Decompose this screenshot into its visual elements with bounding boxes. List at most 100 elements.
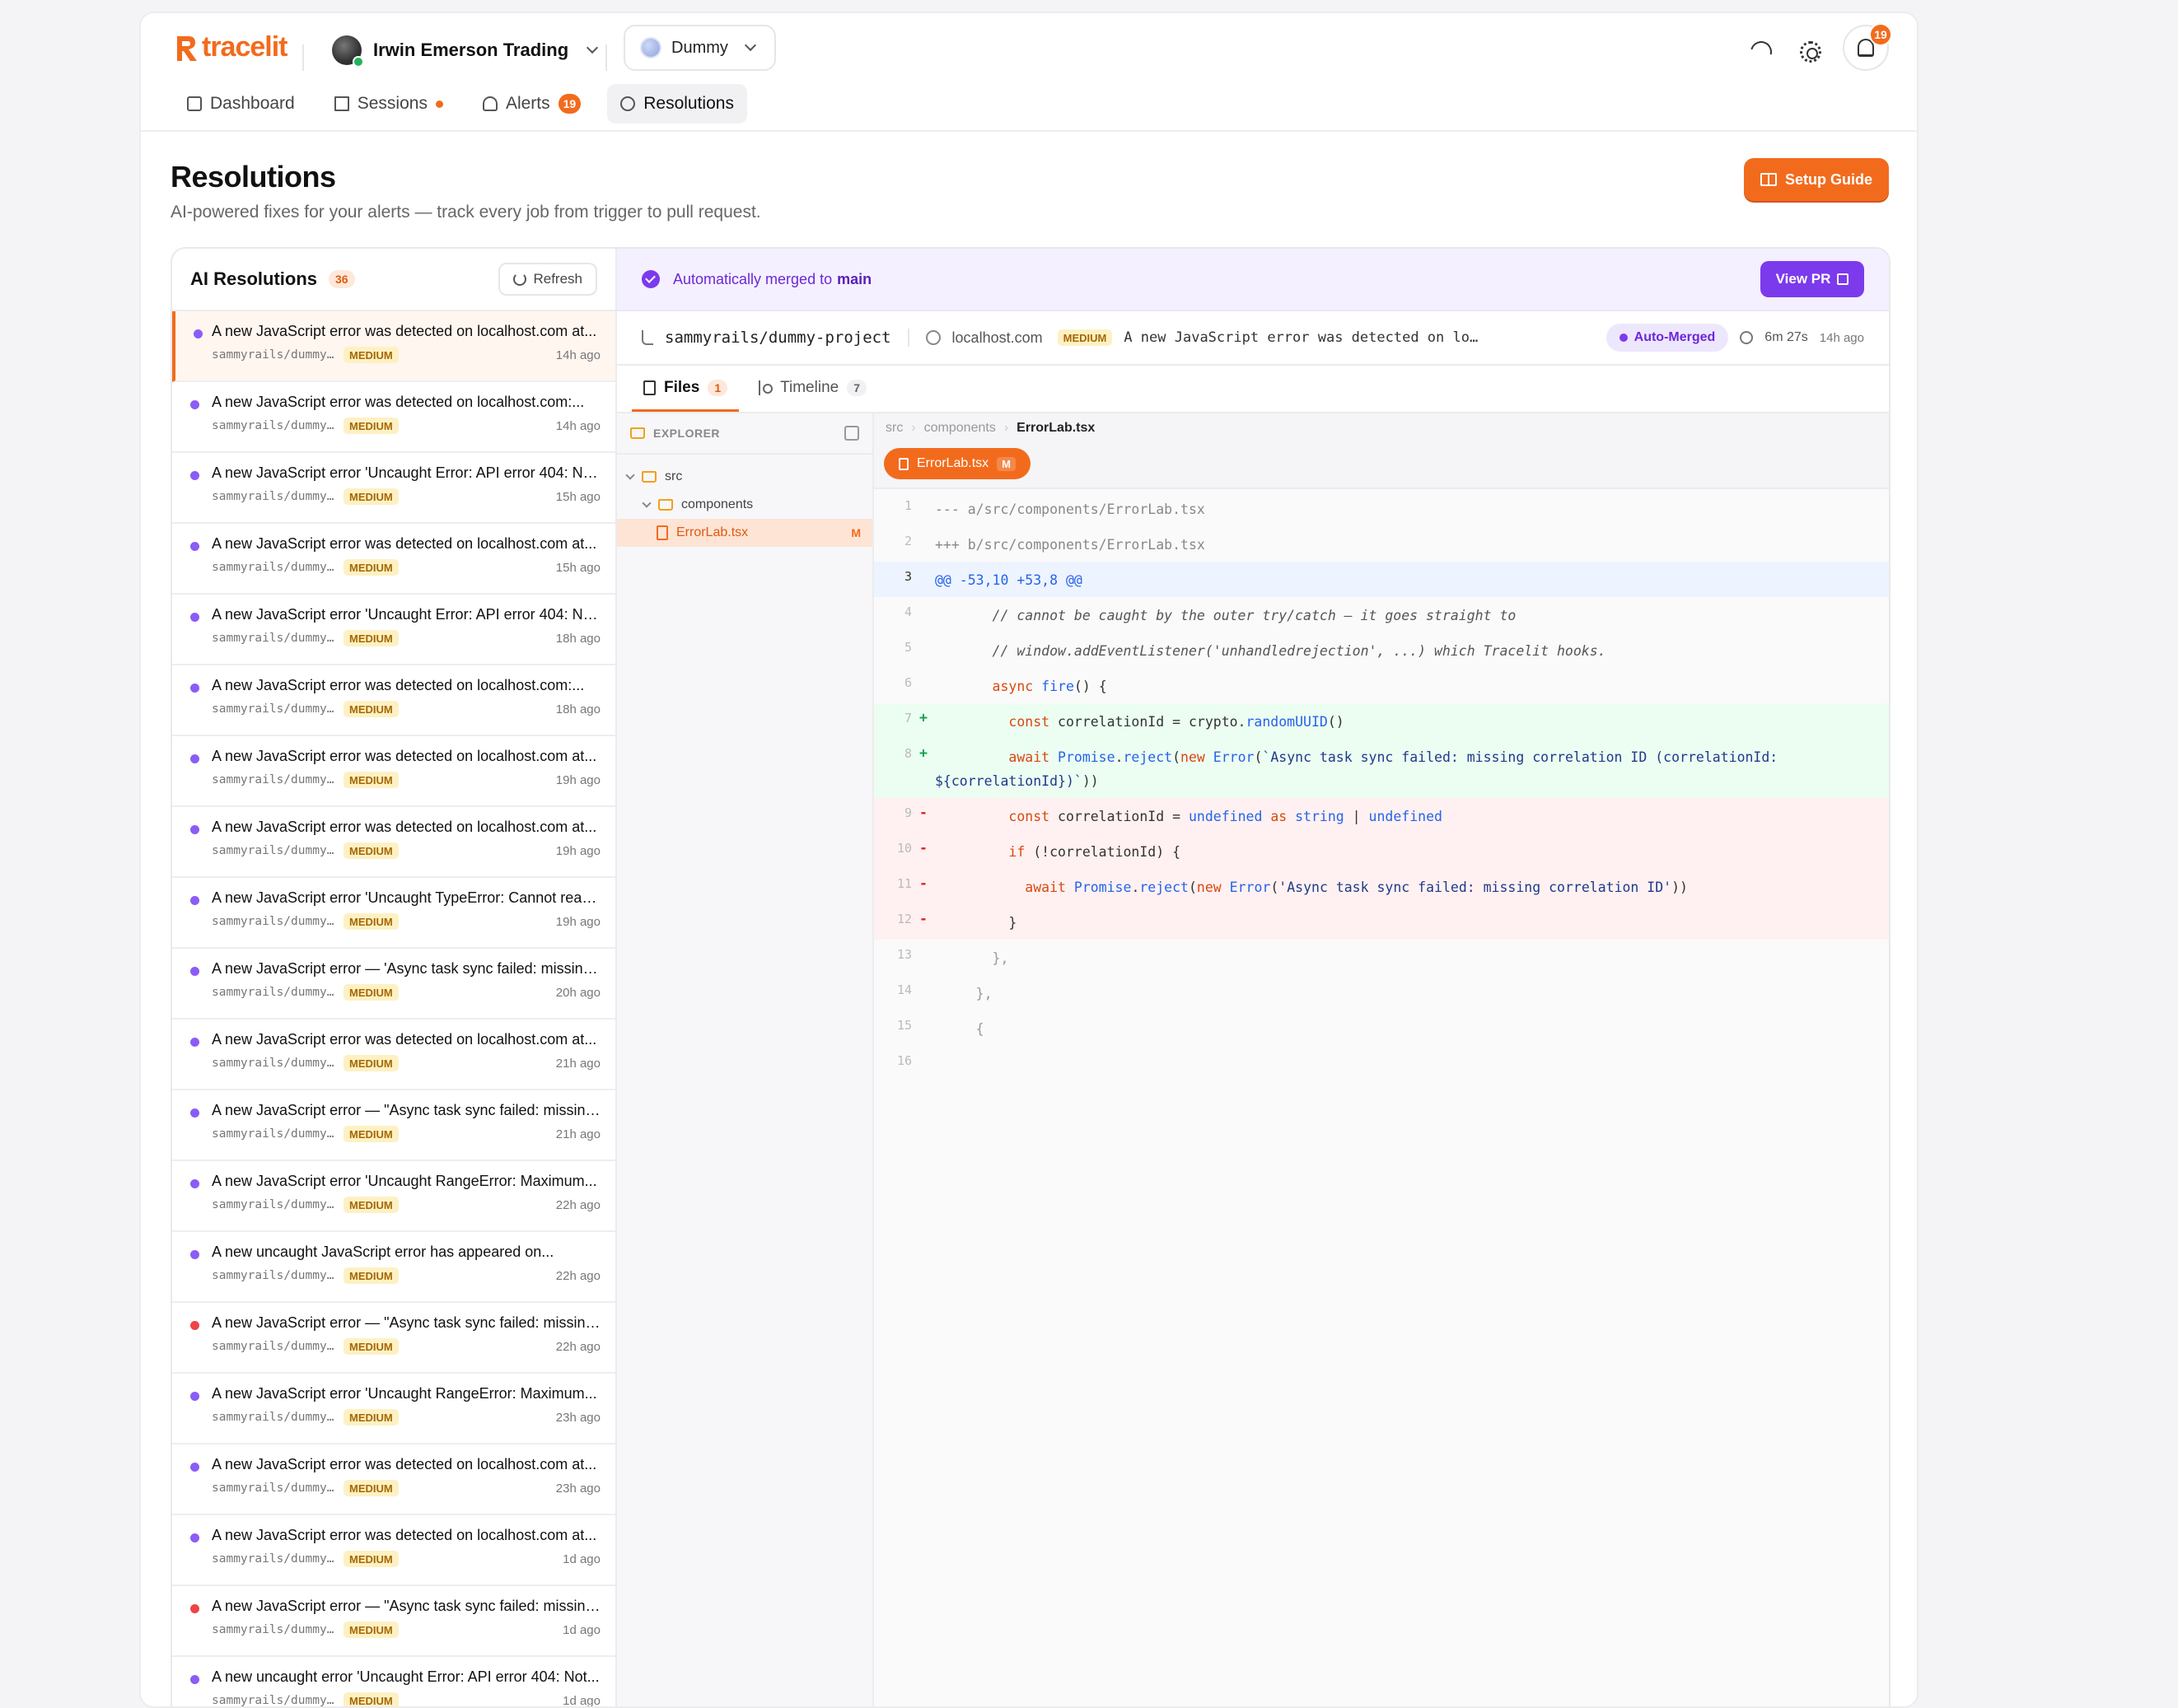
list-item[interactable]: A new JavaScript error was detected on l… [172, 807, 615, 878]
file-icon [643, 380, 656, 395]
file-tab-errorlab[interactable]: ErrorLab.tsx M [884, 448, 1031, 479]
resolution-title: A new uncaught error 'Uncaught Error: AP… [212, 1668, 600, 1685]
list-item[interactable]: A new JavaScript error — "Async task syn… [172, 1586, 615, 1657]
resolution-meta: sammyrails/dummy-project MEDIUM 14h ago [212, 347, 601, 363]
list-item[interactable]: A new JavaScript error was detected on l… [172, 1020, 615, 1090]
time-ago: 23h ago [555, 1481, 601, 1496]
folder-icon [642, 471, 657, 483]
divider [302, 44, 304, 71]
diff-line: 14 }, [874, 975, 1889, 1010]
diff-line: 15 { [874, 1010, 1889, 1046]
tree-folder-src[interactable]: src [617, 463, 872, 491]
view-pr-label: View PR [1775, 271, 1831, 287]
list-item[interactable]: A new uncaught error 'Uncaught Error: AP… [172, 1657, 615, 1706]
status-dot [190, 825, 199, 834]
list-item[interactable]: A new uncaught JavaScript error has appe… [172, 1232, 615, 1303]
list-item[interactable]: A new JavaScript error was detected on l… [172, 524, 615, 595]
list-item[interactable]: A new JavaScript error was detected on l… [172, 311, 615, 382]
resolution-title: A new JavaScript error 'Uncaught Error: … [212, 464, 602, 481]
nav-resolutions[interactable]: Resolutions [607, 84, 747, 124]
page-subtitle: AI-powered fixes for your alerts — track… [171, 203, 761, 222]
severity-badge: MEDIUM [1057, 329, 1113, 346]
list-item[interactable]: A new JavaScript error was detected on l… [172, 736, 615, 807]
nav-resolutions-label: Resolutions [643, 94, 734, 113]
globe-icon [640, 37, 661, 58]
diff-marker [912, 940, 935, 946]
list-item[interactable]: A new JavaScript error — "Async task syn… [172, 1090, 615, 1161]
list-item[interactable]: A new JavaScript error — "Async task syn… [172, 1303, 615, 1374]
diff-marker [912, 1046, 935, 1052]
nav-sessions[interactable]: Sessions [321, 84, 456, 124]
settings-button[interactable] [1792, 33, 1830, 71]
resolution-title: A new JavaScript error was detected on l… [212, 1456, 597, 1472]
time-ago: 22h ago [555, 1268, 601, 1283]
repo-name: sammyrails/dummy-project [212, 1623, 337, 1636]
folder-icon [658, 499, 673, 511]
list-item[interactable]: A new JavaScript error was detected on l… [172, 1444, 615, 1515]
resolution-meta: sammyrails/dummy-project MEDIUM 20h ago [212, 984, 601, 1001]
list-item[interactable]: A new JavaScript error 'Uncaught RangeEr… [172, 1374, 615, 1444]
org-switcher[interactable]: Irwin Emerson Trading [332, 30, 599, 71]
brand-name: tracelit [202, 31, 287, 63]
time-ago: 15h ago [555, 560, 601, 575]
diff-marker: + [919, 745, 928, 761]
resolution-meta: sammyrails/dummy-project MEDIUM 14h ago [212, 418, 601, 434]
setup-guide-button[interactable]: Setup Guide [1744, 158, 1889, 201]
code-text: if (!correlationId) { [1008, 844, 1181, 860]
severity-badge: MEDIUM [344, 1480, 399, 1496]
theme-toggle-button[interactable] [1742, 33, 1780, 71]
org-name: Irwin Emerson Trading [373, 40, 569, 60]
status-dot [190, 1675, 199, 1684]
duration: 6m 27s [1764, 330, 1808, 344]
resolution-title: A new JavaScript error — "Async task syn… [212, 1314, 602, 1331]
code-text: +++ b/src/components/ErrorLab.tsx [935, 537, 1205, 553]
main-nav: Dashboard Sessions Alerts 19 Resolutions [174, 84, 747, 124]
time-ago: 19h ago [555, 772, 601, 787]
breadcrumb-item[interactable]: components [924, 421, 996, 436]
setup-guide-label: Setup Guide [1784, 170, 1872, 188]
view-pr-button[interactable]: View PR [1760, 261, 1864, 297]
list-item[interactable]: A new JavaScript error — 'Async task syn… [172, 949, 615, 1020]
diff-marker: - [919, 805, 928, 820]
list-item[interactable]: A new JavaScript error was detected on l… [172, 665, 615, 736]
environment-switcher[interactable]: Dummy [624, 25, 776, 71]
tracelit-logo[interactable]: tracelit [174, 31, 287, 63]
nav-dashboard[interactable]: Dashboard [174, 84, 308, 124]
environment-name: Dummy [671, 38, 728, 57]
code-text: }, [935, 986, 993, 1001]
list-item[interactable]: A new JavaScript error 'Uncaught TypeErr… [172, 878, 615, 949]
breadcrumb-item[interactable]: src [886, 421, 903, 436]
list-item[interactable]: A new JavaScript error was detected on l… [172, 1515, 615, 1586]
status-dot [190, 1604, 199, 1613]
code-text: const correlationId = undefined as strin… [1008, 809, 1442, 824]
resolution-title: A new JavaScript error was detected on l… [212, 1031, 597, 1048]
diff-line: 4 // cannot be caught by the outer try/c… [874, 597, 1889, 632]
list-items: A new JavaScript error was detected on l… [172, 311, 615, 1706]
repo-name: sammyrails/dummy-project [212, 1127, 337, 1141]
diff-marker [912, 975, 935, 982]
diff-line: 5 // window.addEventListener('unhandledr… [874, 632, 1889, 668]
tree-file-errorlab[interactable]: ErrorLab.tsx M [617, 519, 872, 547]
repo-name: sammyrails/dummy-project [212, 915, 337, 928]
explorer-header: EXPLORER [617, 413, 872, 455]
code-text: }, [935, 950, 1009, 966]
refresh-button[interactable]: Refresh [498, 263, 597, 296]
tree-folder-components[interactable]: components [617, 491, 872, 519]
git-branch-icon [642, 330, 653, 345]
gear-icon [1800, 41, 1821, 63]
breadcrumb-current: ErrorLab.tsx [1017, 421, 1096, 435]
list-item[interactable]: A new JavaScript error 'Uncaught Error: … [172, 453, 615, 524]
code-text: } [935, 915, 1017, 931]
tab-timeline[interactable]: Timeline 7 [747, 366, 878, 412]
list-item[interactable]: A new JavaScript error 'Uncaught Error: … [172, 595, 615, 665]
list-item[interactable]: A new JavaScript error 'Uncaught RangeEr… [172, 1161, 615, 1232]
repo-name: sammyrails/dummy-project [212, 348, 337, 362]
list-item[interactable]: A new JavaScript error was detected on l… [172, 382, 615, 453]
nav-alerts[interactable]: Alerts 19 [470, 84, 594, 124]
detail-tabs: Files 1 Timeline 7 [617, 366, 1889, 413]
notifications-button[interactable]: 19 [1843, 23, 1892, 71]
time-ago: 1d ago [563, 1622, 601, 1637]
tab-files[interactable]: Files 1 [632, 366, 740, 412]
collapse-sidebar-icon[interactable] [844, 426, 859, 441]
status-dot [190, 967, 199, 976]
